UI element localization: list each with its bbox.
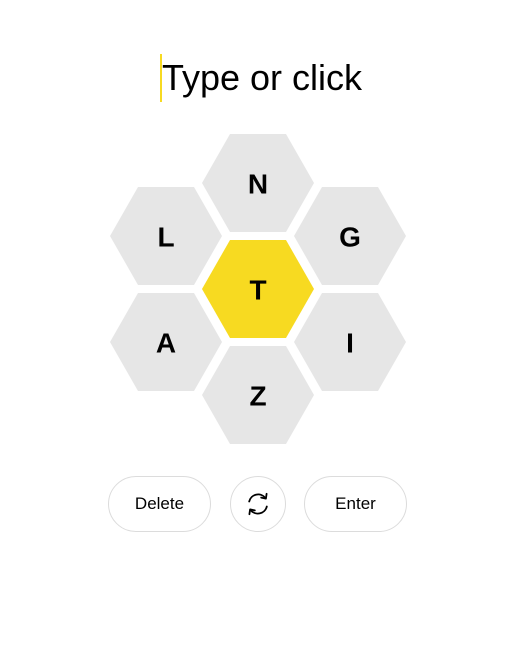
shuffle-icon [248, 492, 268, 516]
hive-cell-lower-left-hex[interactable] [110, 293, 222, 391]
hive-cell-top[interactable]: N [202, 134, 314, 232]
delete-button-label: Delete [134, 494, 185, 513]
hive-cell-lower-right[interactable]: I [294, 293, 406, 391]
hive-cell-lower-left[interactable]: A [110, 293, 222, 391]
shuffle-button[interactable] [230, 476, 286, 532]
hive-cell-lower-right-hex[interactable] [294, 293, 406, 391]
hive-cell-bottom-hex[interactable] [202, 346, 314, 444]
hive-cell-upper-left-hex[interactable] [110, 187, 222, 285]
hive-cell-bottom[interactable]: Z [202, 346, 314, 444]
hive-cell-center[interactable]: T [202, 240, 314, 338]
enter-button-label: Enter [335, 494, 376, 513]
hive-cell-top-hex[interactable] [202, 134, 314, 232]
letter-hive: N L G T A I Z [110, 134, 406, 444]
hive-cell-upper-left[interactable]: L [110, 187, 222, 285]
enter-button[interactable]: Enter [304, 476, 407, 532]
delete-button[interactable]: Delete [108, 476, 211, 532]
hive-cell-upper-right[interactable]: G [294, 187, 406, 285]
hive-cell-upper-right-hex[interactable] [294, 187, 406, 285]
hive-cell-center-hex[interactable] [202, 240, 314, 338]
